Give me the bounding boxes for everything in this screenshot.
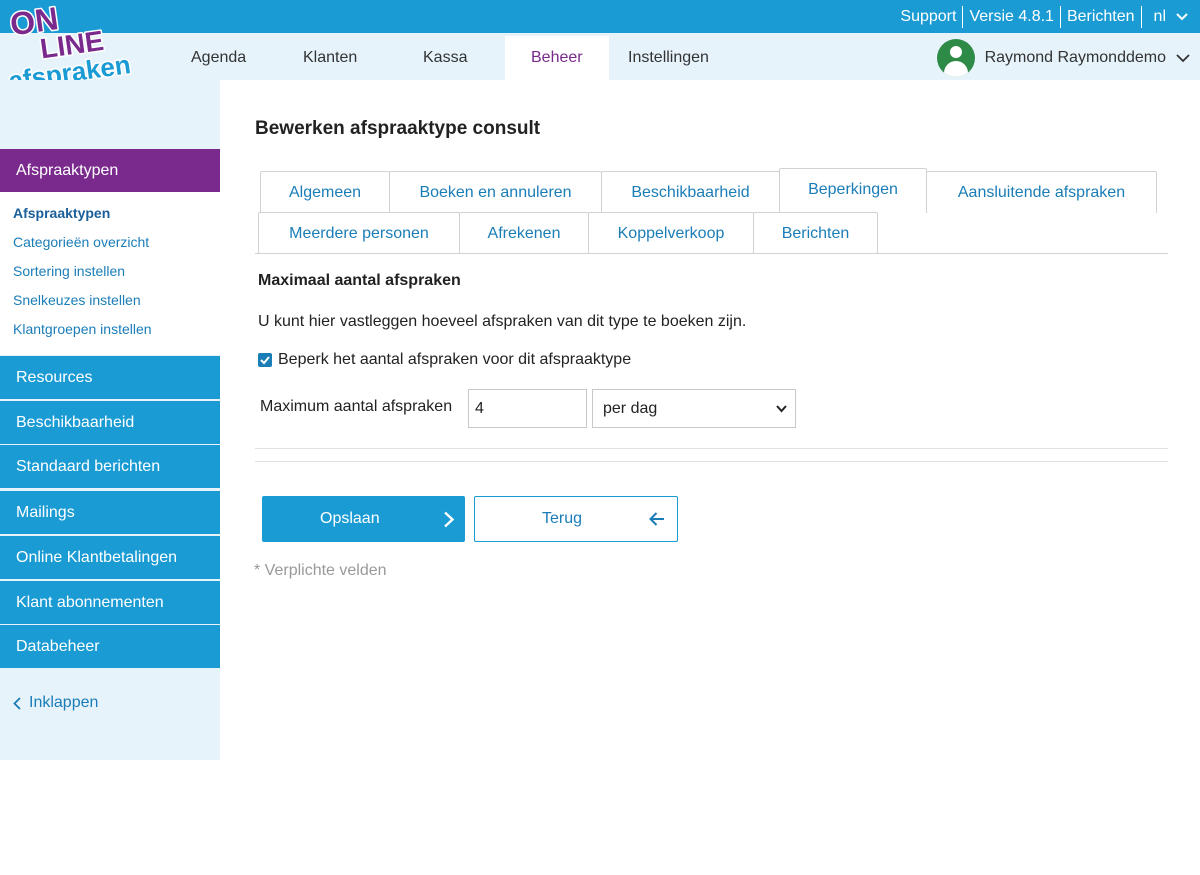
chevron-down-icon (1176, 12, 1188, 20)
top-links: Support Versie 4.8.1 Berichten nl (894, 0, 1188, 33)
limit-checkbox-label: Beperk het aantal afspraken voor dit afs… (278, 351, 632, 368)
messages-link[interactable]: Berichten (1061, 8, 1141, 26)
sidebar-item-klantgroepen[interactable]: Klantgroepen instellen (0, 318, 220, 347)
sidebar-item-resources[interactable]: Resources (0, 356, 220, 399)
tab-afrekenen[interactable]: Afrekenen (459, 212, 589, 254)
tab-beperkingen[interactable]: Beperkingen (779, 168, 927, 213)
save-button[interactable]: Opslaan (262, 496, 465, 542)
nav-beheer[interactable]: Beheer (505, 36, 609, 80)
nav-kassa[interactable]: Kassa (423, 36, 467, 80)
tab-aansluitende-afspraken[interactable]: Aansluitende afspraken (926, 171, 1157, 213)
tab-boeken-en-annuleren[interactable]: Boeken en annuleren (389, 171, 602, 213)
tab-divider (255, 253, 1168, 254)
divider (255, 448, 1168, 449)
sidebar-item-mailings[interactable]: Mailings (0, 491, 220, 534)
sidebar-item-beschikbaarheid[interactable]: Beschikbaarheid (0, 401, 220, 444)
arrow-left-icon (649, 512, 664, 526)
user-menu[interactable]: Raymond Raymonddemo (936, 38, 1190, 78)
collapse-label: Inklappen (29, 694, 99, 711)
limit-checkbox[interactable] (258, 353, 272, 367)
sidebar-item-sortering[interactable]: Sortering instellen (0, 260, 220, 289)
sidebar-item-snelkeuzes[interactable]: Snelkeuzes instellen (0, 289, 220, 318)
period-select-value: per dag (603, 400, 658, 417)
tab-algemeen[interactable]: Algemeen (260, 171, 390, 213)
support-link[interactable]: Support (894, 8, 962, 26)
top-utility-bar: Support Versie 4.8.1 Berichten nl (0, 0, 1200, 33)
sidebar-header-afspraaktypen[interactable]: Afspraaktypen (0, 149, 220, 192)
page-title: Bewerken afspraaktype consult (255, 118, 541, 139)
sidebar: Afspraaktypen Afspraaktypen Categorieën … (0, 80, 220, 760)
chevron-left-icon (13, 696, 21, 710)
tab-meerdere-personen[interactable]: Meerdere personen (258, 212, 460, 254)
tab-berichten[interactable]: Berichten (753, 212, 878, 254)
limit-checkbox-row[interactable]: Beperk het aantal afspraken voor dit afs… (258, 351, 631, 369)
section-title: Maximaal aantal afspraken (258, 272, 461, 289)
max-appointments-label: Maximum aantal afspraken (260, 398, 453, 415)
back-button[interactable]: Terug (474, 496, 678, 542)
sidebar-item-categorieen[interactable]: Categorieën overzicht (0, 231, 220, 260)
main-nav-bar: Agenda Klanten Kassa Beheer Instellingen… (0, 33, 1200, 80)
sidebar-item-online-klantbetalingen[interactable]: Online Klantbetalingen (0, 536, 220, 579)
save-button-label: Opslaan (320, 510, 380, 527)
nav-instellingen[interactable]: Instellingen (628, 36, 709, 80)
collapse-sidebar-button[interactable]: Inklappen (13, 694, 98, 712)
nav-agenda[interactable]: Agenda (191, 36, 246, 80)
sidebar-submenu: Afspraaktypen Categorieën overzicht Sort… (0, 192, 220, 355)
sidebar-item-databeheer[interactable]: Databeheer (0, 625, 220, 668)
required-fields-note: * Verplichte velden (254, 562, 387, 579)
max-appointments-input[interactable] (468, 389, 587, 428)
chevron-down-icon (776, 405, 787, 413)
sidebar-item-afspraaktypen[interactable]: Afspraaktypen (0, 202, 220, 231)
checkmark-icon (260, 356, 270, 365)
chevron-down-icon (1176, 53, 1190, 62)
sidebar-item-klant-abonnementen[interactable]: Klant abonnementen (0, 581, 220, 624)
avatar (936, 39, 975, 77)
period-select[interactable]: per dag (592, 389, 796, 428)
tab-koppelverkoop[interactable]: Koppelverkoop (588, 212, 754, 254)
language-selector[interactable]: nl (1142, 8, 1188, 26)
tab-beschikbaarheid[interactable]: Beschikbaarheid (601, 171, 780, 213)
divider (255, 461, 1168, 462)
nav-klanten[interactable]: Klanten (303, 36, 357, 80)
version-link[interactable]: Versie 4.8.1 (963, 8, 1060, 26)
language-label: nl (1153, 7, 1166, 25)
user-name: Raymond Raymonddemo (984, 49, 1166, 66)
section-description: U kunt hier vastleggen hoeveel afspraken… (258, 313, 747, 330)
sidebar-item-standaard-berichten[interactable]: Standaard berichten (0, 445, 220, 488)
back-button-label: Terug (542, 510, 583, 527)
chevron-right-icon (444, 511, 455, 528)
